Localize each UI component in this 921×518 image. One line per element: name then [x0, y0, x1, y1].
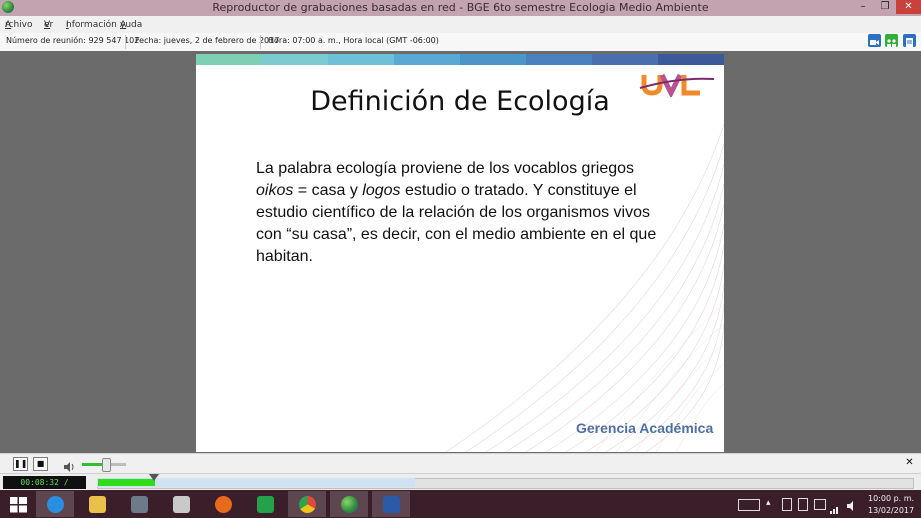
start-button[interactable] [0, 491, 38, 517]
signal-icon[interactable] [830, 499, 840, 518]
clock-time[interactable]: 10:00 p. m. [868, 494, 914, 503]
restore-button[interactable]: ❐ [874, 0, 896, 14]
file-explorer-icon[interactable] [78, 491, 116, 517]
firefox-icon[interactable] [204, 491, 242, 517]
window-title: Reproductor de grabaciones basadas en re… [212, 1, 709, 14]
webex-player-icon[interactable] [330, 491, 368, 517]
tray-arrow-icon[interactable]: ▴ [766, 498, 771, 508]
divider [125, 35, 126, 49]
uveg-logo [638, 71, 716, 99]
clock-date[interactable]: 13/02/2017 [868, 506, 914, 515]
paint-icon[interactable] [120, 491, 158, 517]
stop-button[interactable]: ■ [33, 457, 48, 471]
meeting-time: Hora: 07:00 a. m., Hora local (GMT -06:0… [268, 36, 439, 45]
internet-explorer-icon[interactable] [36, 491, 74, 517]
tray-icon-2[interactable] [798, 498, 808, 511]
menu-bar: Archivo Ver Información Ayuda [0, 16, 921, 34]
chrome-icon[interactable] [288, 491, 326, 517]
close-player-button[interactable]: ✕ [903, 457, 916, 469]
meeting-info-bar: Número de reunión: 929 547 102 Fecha: ju… [0, 33, 921, 52]
progress-handle[interactable] [149, 474, 159, 481]
playback-controls: ❚❚ ■ ✕ [0, 453, 921, 474]
notes-app-icon[interactable] [162, 491, 200, 517]
video-icon[interactable] [868, 34, 881, 47]
volume-icon[interactable] [846, 497, 858, 516]
presentation-slide: Definición de Ecología La palabra ecolog… [196, 54, 724, 452]
slide-footer: Gerencia Académica [576, 420, 714, 436]
meeting-date: Fecha: jueves, 2 de febrero de 2017 [135, 36, 280, 45]
title-bar: Reproductor de grabaciones basadas en re… [0, 0, 921, 16]
notes-icon[interactable] [903, 34, 916, 47]
word-icon[interactable] [372, 491, 410, 517]
windows-taskbar: ▴ 10:00 p. m. 13/02/2017 [0, 490, 921, 518]
timeline-bar: 00:08:32 / 02:01:17 [0, 473, 921, 500]
slide-body: La palabra ecología proviene de los voca… [256, 160, 657, 265]
minimize-button[interactable]: – [850, 0, 876, 14]
store-icon[interactable] [246, 491, 284, 517]
pause-button[interactable]: ❚❚ [13, 457, 28, 471]
divider [260, 35, 261, 49]
playback-time: 00:08:32 / 02:01:17 [3, 476, 86, 500]
network-icon[interactable] [814, 499, 826, 510]
meeting-number: Número de reunión: 929 547 102 [6, 36, 140, 45]
keyboard-icon[interactable] [738, 499, 760, 511]
device-icon[interactable] [782, 498, 792, 511]
participants-icon[interactable] [885, 34, 898, 47]
progress-fill [98, 479, 155, 486]
close-button[interactable]: ✕ [896, 0, 921, 14]
volume-slider-handle[interactable] [102, 458, 111, 472]
